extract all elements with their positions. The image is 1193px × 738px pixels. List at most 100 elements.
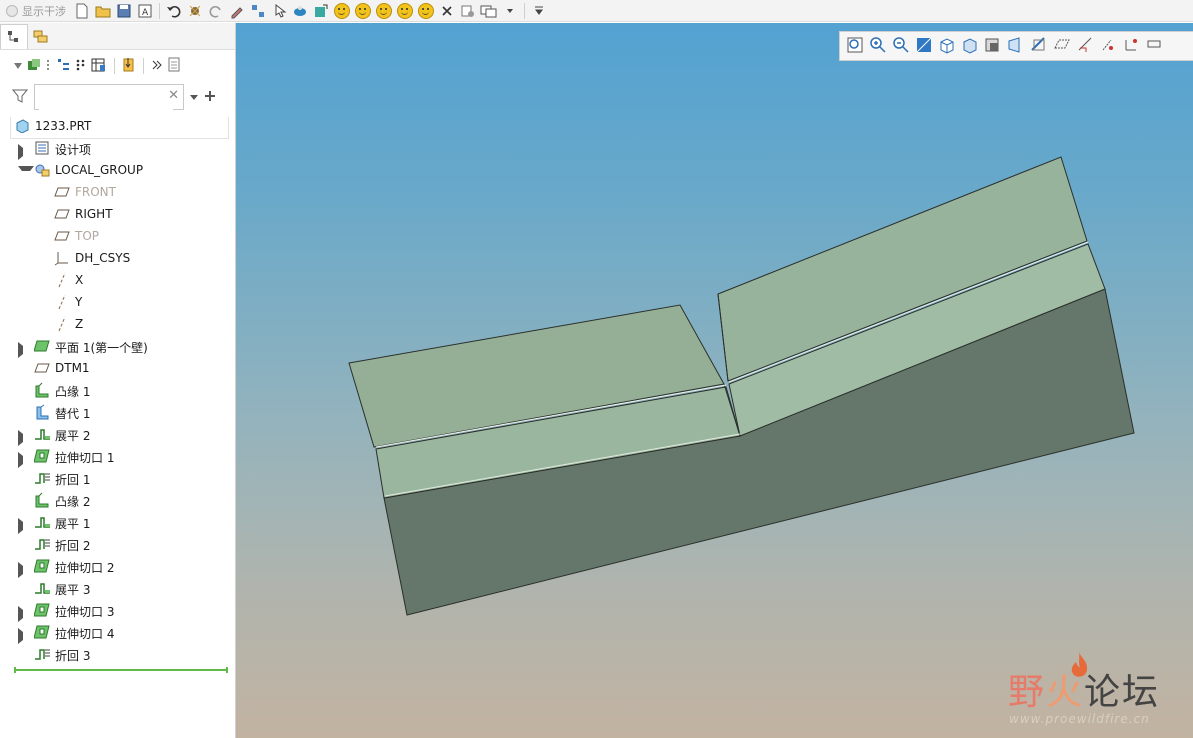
save-icon[interactable]: [115, 2, 133, 20]
table-icon[interactable]: [91, 58, 107, 75]
clear-icon[interactable]: ✕: [168, 88, 179, 103]
tree-more-icon[interactable]: [46, 58, 50, 75]
undo-icon[interactable]: [165, 2, 183, 20]
watermark-title-part1: 野: [1008, 672, 1047, 713]
smiley-3-icon[interactable]: [375, 2, 393, 20]
zoom-in-icon[interactable]: [869, 36, 887, 57]
tree-item[interactable]: 拉伸切口 1: [0, 445, 236, 468]
tree-item[interactable]: 折回 3: [0, 643, 236, 665]
smiley-5-icon[interactable]: [417, 2, 435, 20]
chevron-down-icon[interactable]: [501, 2, 519, 20]
new-file-icon[interactable]: [73, 2, 91, 20]
customize-toolbar-icon[interactable]: [530, 2, 548, 20]
tree-item[interactable]: 展平 3: [0, 577, 236, 599]
expand-right-icon[interactable]: [18, 430, 31, 446]
regenerate-icon[interactable]: [186, 2, 204, 20]
display-icon[interactable]: [312, 2, 330, 20]
tree-item[interactable]: 拉伸切口 2: [0, 555, 236, 578]
expand-right-icon[interactable]: [18, 144, 31, 160]
expand-right-icon[interactable]: [18, 342, 31, 358]
appearance-icon[interactable]: [291, 2, 309, 20]
refit-icon[interactable]: [846, 36, 864, 57]
saved-views-icon[interactable]: [961, 36, 979, 57]
datum-axes-icon[interactable]: [1076, 36, 1094, 57]
repaint-icon[interactable]: [915, 36, 933, 57]
expand-right-icon[interactable]: [18, 628, 31, 644]
tree-item[interactable]: X: [0, 269, 236, 291]
tree-item[interactable]: 折回 2: [0, 533, 236, 555]
zoom-out-icon[interactable]: [892, 36, 910, 57]
expand-right-icon[interactable]: [18, 606, 31, 622]
window-switch-icon[interactable]: [480, 2, 498, 20]
tree-item[interactable]: 展平 2: [0, 423, 236, 446]
regen-manager-icon[interactable]: [249, 2, 267, 20]
graphics-viewport[interactable]: 野火论坛 www.proewildfire.cn: [236, 23, 1193, 738]
tree-item[interactable]: 设计项: [0, 137, 236, 160]
sheetmetal-model[interactable]: [236, 23, 1193, 738]
tree-item[interactable]: 凸缘 2: [0, 489, 236, 511]
redo-icon[interactable]: [207, 2, 225, 20]
expand-more-icon[interactable]: [151, 59, 163, 74]
first-wall-icon: [34, 338, 50, 354]
tree-item-label: 拉伸切口 2: [55, 561, 115, 575]
main-toolbar: 显示干涉 A: [0, 0, 1193, 22]
tree-columns-icon[interactable]: [76, 58, 86, 75]
smiley-1-icon[interactable]: [333, 2, 351, 20]
chevron-down-icon[interactable]: [14, 59, 22, 73]
smiley-4-icon[interactable]: [396, 2, 414, 20]
tree-item-label: Z: [75, 317, 84, 331]
tree-item[interactable]: 平面 1(第一个壁): [0, 335, 236, 358]
csys-display-icon[interactable]: [1122, 36, 1140, 57]
watermark-title-part3: 论坛: [1084, 672, 1161, 713]
tree-item[interactable]: 拉伸切口 3: [0, 599, 236, 622]
show-interference-toggle[interactable]: 显示干涉: [6, 3, 66, 19]
tree-filters-icon[interactable]: [55, 58, 71, 75]
tree-item[interactable]: LOCAL_GROUP: [0, 159, 236, 181]
tree-item[interactable]: 凸缘 1: [0, 379, 236, 401]
orient-icon[interactable]: [938, 36, 956, 57]
extrude-cut-icon: [34, 558, 50, 574]
tree-item[interactable]: Y: [0, 291, 236, 313]
open-folder-icon[interactable]: [94, 2, 112, 20]
tree-item[interactable]: TOP: [0, 225, 236, 247]
perspective-icon[interactable]: [1007, 36, 1025, 57]
tree-item[interactable]: Z: [0, 313, 236, 335]
tab-model-tree[interactable]: [0, 24, 28, 49]
annotations-icon[interactable]: [1145, 36, 1163, 57]
smiley-2-icon[interactable]: [354, 2, 372, 20]
tree-item[interactable]: 折回 1: [0, 467, 236, 489]
select-icon[interactable]: [270, 2, 288, 20]
add-icon[interactable]: [204, 90, 216, 105]
datum-planes-icon[interactable]: [1053, 36, 1071, 57]
close-window-icon[interactable]: [438, 2, 456, 20]
insert-here-marker[interactable]: [14, 667, 228, 673]
unbend-icon: [34, 426, 50, 442]
expand-right-icon[interactable]: [18, 518, 31, 534]
tab-layers[interactable]: [28, 25, 54, 49]
settings-icon[interactable]: [459, 2, 477, 20]
edit-icon[interactable]: [228, 2, 246, 20]
tree-item-label: 折回 3: [55, 649, 91, 663]
tree-item-label: 拉伸切口 3: [55, 605, 115, 619]
insert-here-icon[interactable]: [122, 57, 136, 76]
view-manager-icon[interactable]: [984, 36, 1002, 57]
settings-doc-icon[interactable]: [168, 57, 182, 76]
tree-item[interactable]: 替代 1: [0, 401, 236, 423]
filter-icon[interactable]: [11, 88, 29, 107]
text-style-icon[interactable]: A: [136, 2, 154, 20]
tree-item[interactable]: 拉伸切口 4: [0, 621, 236, 644]
expand-down-icon[interactable]: [18, 166, 34, 179]
tree-item[interactable]: 展平 1: [0, 511, 236, 534]
tree-item[interactable]: RIGHT: [0, 203, 236, 225]
tree-item[interactable]: DH_CSYS: [0, 247, 236, 269]
tree-item[interactable]: 1233.PRT: [0, 115, 236, 137]
tree-item[interactable]: DTM1: [0, 357, 236, 379]
tree-item[interactable]: FRONT: [0, 181, 236, 203]
expand-right-icon[interactable]: [18, 452, 31, 468]
section-icon[interactable]: [1030, 36, 1048, 57]
chevron-down-icon[interactable]: [190, 90, 198, 104]
search-input[interactable]: [39, 86, 173, 110]
show-options-icon[interactable]: [27, 58, 41, 75]
expand-right-icon[interactable]: [18, 562, 31, 578]
datum-points-icon[interactable]: [1099, 36, 1117, 57]
